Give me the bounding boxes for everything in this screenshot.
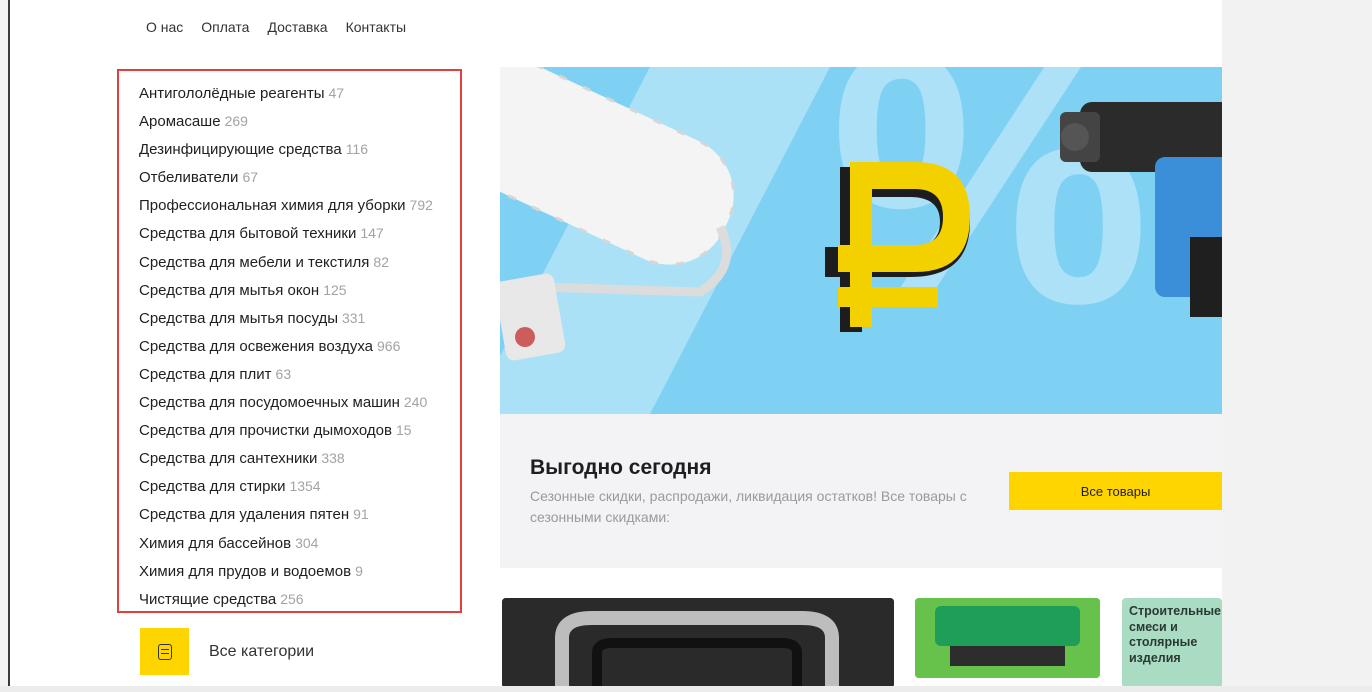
category-item[interactable]: Средства для освежения воздуха 966	[139, 335, 433, 363]
category-count: 792	[409, 197, 433, 214]
category-name: Аромасаше	[139, 113, 221, 131]
category-item[interactable]: Средства для стирки 1354	[139, 475, 433, 503]
category-item[interactable]: Отбеливатели 67	[139, 166, 433, 194]
category-name: Средства для удаления пятен	[139, 506, 350, 524]
all-categories-icon-box	[140, 628, 189, 675]
category-name: Средства для бытовой техники	[139, 225, 357, 243]
bottom-strip	[0, 686, 1372, 692]
category-item[interactable]: Средства для прочистки дымоходов 15	[139, 419, 433, 447]
category-count: 304	[295, 534, 319, 551]
all-products-button[interactable]: Все товары	[1009, 472, 1222, 510]
category-count: 116	[345, 141, 369, 158]
document-icon	[157, 643, 172, 660]
nav-delivery[interactable]: Доставка	[267, 19, 327, 35]
page: О нас Оплата Доставка Контакты Антиголол…	[10, 0, 1222, 686]
top-nav: О нас Оплата Доставка Контакты	[146, 19, 406, 35]
category-count: 966	[377, 337, 401, 354]
category-name: Средства для мытья окон	[139, 281, 320, 299]
promo-block: Выгодно сегодня Сезонные скидки, распрод…	[500, 414, 1222, 568]
category-item[interactable]: Дезинфицирующие средства 116	[139, 138, 433, 166]
category-name: Средства для посудомоечных машин	[139, 394, 400, 412]
product-tile-garden[interactable]	[915, 598, 1100, 678]
category-count: 67	[242, 169, 259, 186]
nav-about[interactable]: О нас	[146, 19, 183, 35]
category-item[interactable]: Средства для бытовой техники 147	[139, 222, 433, 250]
category-name: Средства для прочистки дымоходов	[139, 422, 392, 440]
category-name: Дезинфицирующие средства	[139, 141, 342, 159]
category-count: 125	[323, 281, 347, 298]
category-list: Антигололёдные реагенты 47 Аромасаше 269 Дез…	[139, 82, 433, 616]
category-name: Средства для сантехники	[139, 450, 318, 468]
category-item[interactable]: Средства для удаления пятен 91	[139, 503, 433, 531]
category-count: 82	[373, 253, 389, 270]
category-name: Антигололёдные реагенты	[139, 85, 325, 102]
category-count: 91	[353, 506, 369, 523]
category-item[interactable]: Профессиональная химия для уборки 792	[139, 194, 433, 222]
category-count: 9	[355, 562, 363, 579]
promo-banner[interactable]: %	[500, 67, 1222, 414]
promo-title: Выгодно сегодня	[530, 456, 712, 479]
tile-image	[502, 598, 894, 686]
category-count: 1354	[289, 478, 321, 495]
category-item[interactable]: Средства для сантехники 338	[139, 447, 433, 475]
category-item[interactable]: Аромасаше 269	[139, 110, 433, 138]
category-item[interactable]: Средства для мытья окон 125	[139, 279, 433, 307]
category-count: 256	[280, 590, 304, 607]
tile-image	[915, 598, 1100, 678]
category-item[interactable]: Химия для прудов и водоемов 9	[139, 560, 433, 588]
category-count: 331	[341, 309, 366, 326]
category-name: Химия для прудов и водоемов	[139, 562, 352, 580]
category-name: Средства для стирки	[139, 478, 286, 496]
category-count: 269	[224, 113, 248, 130]
category-item[interactable]: Средства для посудомоечных машин 240	[139, 391, 433, 419]
category-name: Средства для мытья посуды	[139, 309, 338, 327]
promo-text: Сезонные скидки, распродажи, ликвидация …	[530, 488, 967, 525]
product-tile-building[interactable]: Строительные смеси и столярные изделия	[1122, 598, 1222, 686]
category-name: Средства для освежения воздуха	[139, 337, 374, 355]
category-count: 47	[328, 85, 345, 101]
category-name: Отбеливатели	[139, 169, 239, 187]
tile-building-label: Строительные смеси и столярные изделия	[1129, 604, 1221, 665]
category-item[interactable]: Средства для плит 63	[139, 363, 433, 391]
category-name: Профессиональная химия для уборки	[139, 197, 406, 215]
category-count: 240	[403, 394, 428, 411]
category-item[interactable]: Средства для мебели и текстиля 82	[139, 251, 433, 279]
category-item[interactable]: Чистящие средства 256	[139, 588, 433, 616]
all-categories-button[interactable]: Все категории	[140, 628, 314, 675]
category-count: 338	[321, 450, 345, 467]
category-name: Средства для мебели и текстиля	[139, 253, 370, 271]
category-name: Чистящие средства	[139, 590, 277, 608]
category-count: 63	[275, 365, 292, 382]
category-item[interactable]: Химия для бассейнов 304	[139, 532, 433, 560]
category-name: Средства для плит	[139, 365, 272, 383]
all-categories-label: Все категории	[209, 642, 315, 660]
nav-payment[interactable]: Оплата	[201, 19, 249, 35]
category-count: 147	[360, 225, 384, 242]
category-count: 15	[396, 422, 412, 439]
category-item[interactable]: Средства для мытья посуды 331	[139, 307, 433, 335]
category-name: Химия для бассейнов	[139, 534, 292, 552]
nav-contacts[interactable]: Контакты	[346, 19, 406, 35]
banner-illustration: %	[500, 67, 1222, 414]
product-tile-tools[interactable]	[502, 598, 894, 686]
category-item[interactable]: Антигололёдные реагенты 47	[139, 82, 433, 110]
